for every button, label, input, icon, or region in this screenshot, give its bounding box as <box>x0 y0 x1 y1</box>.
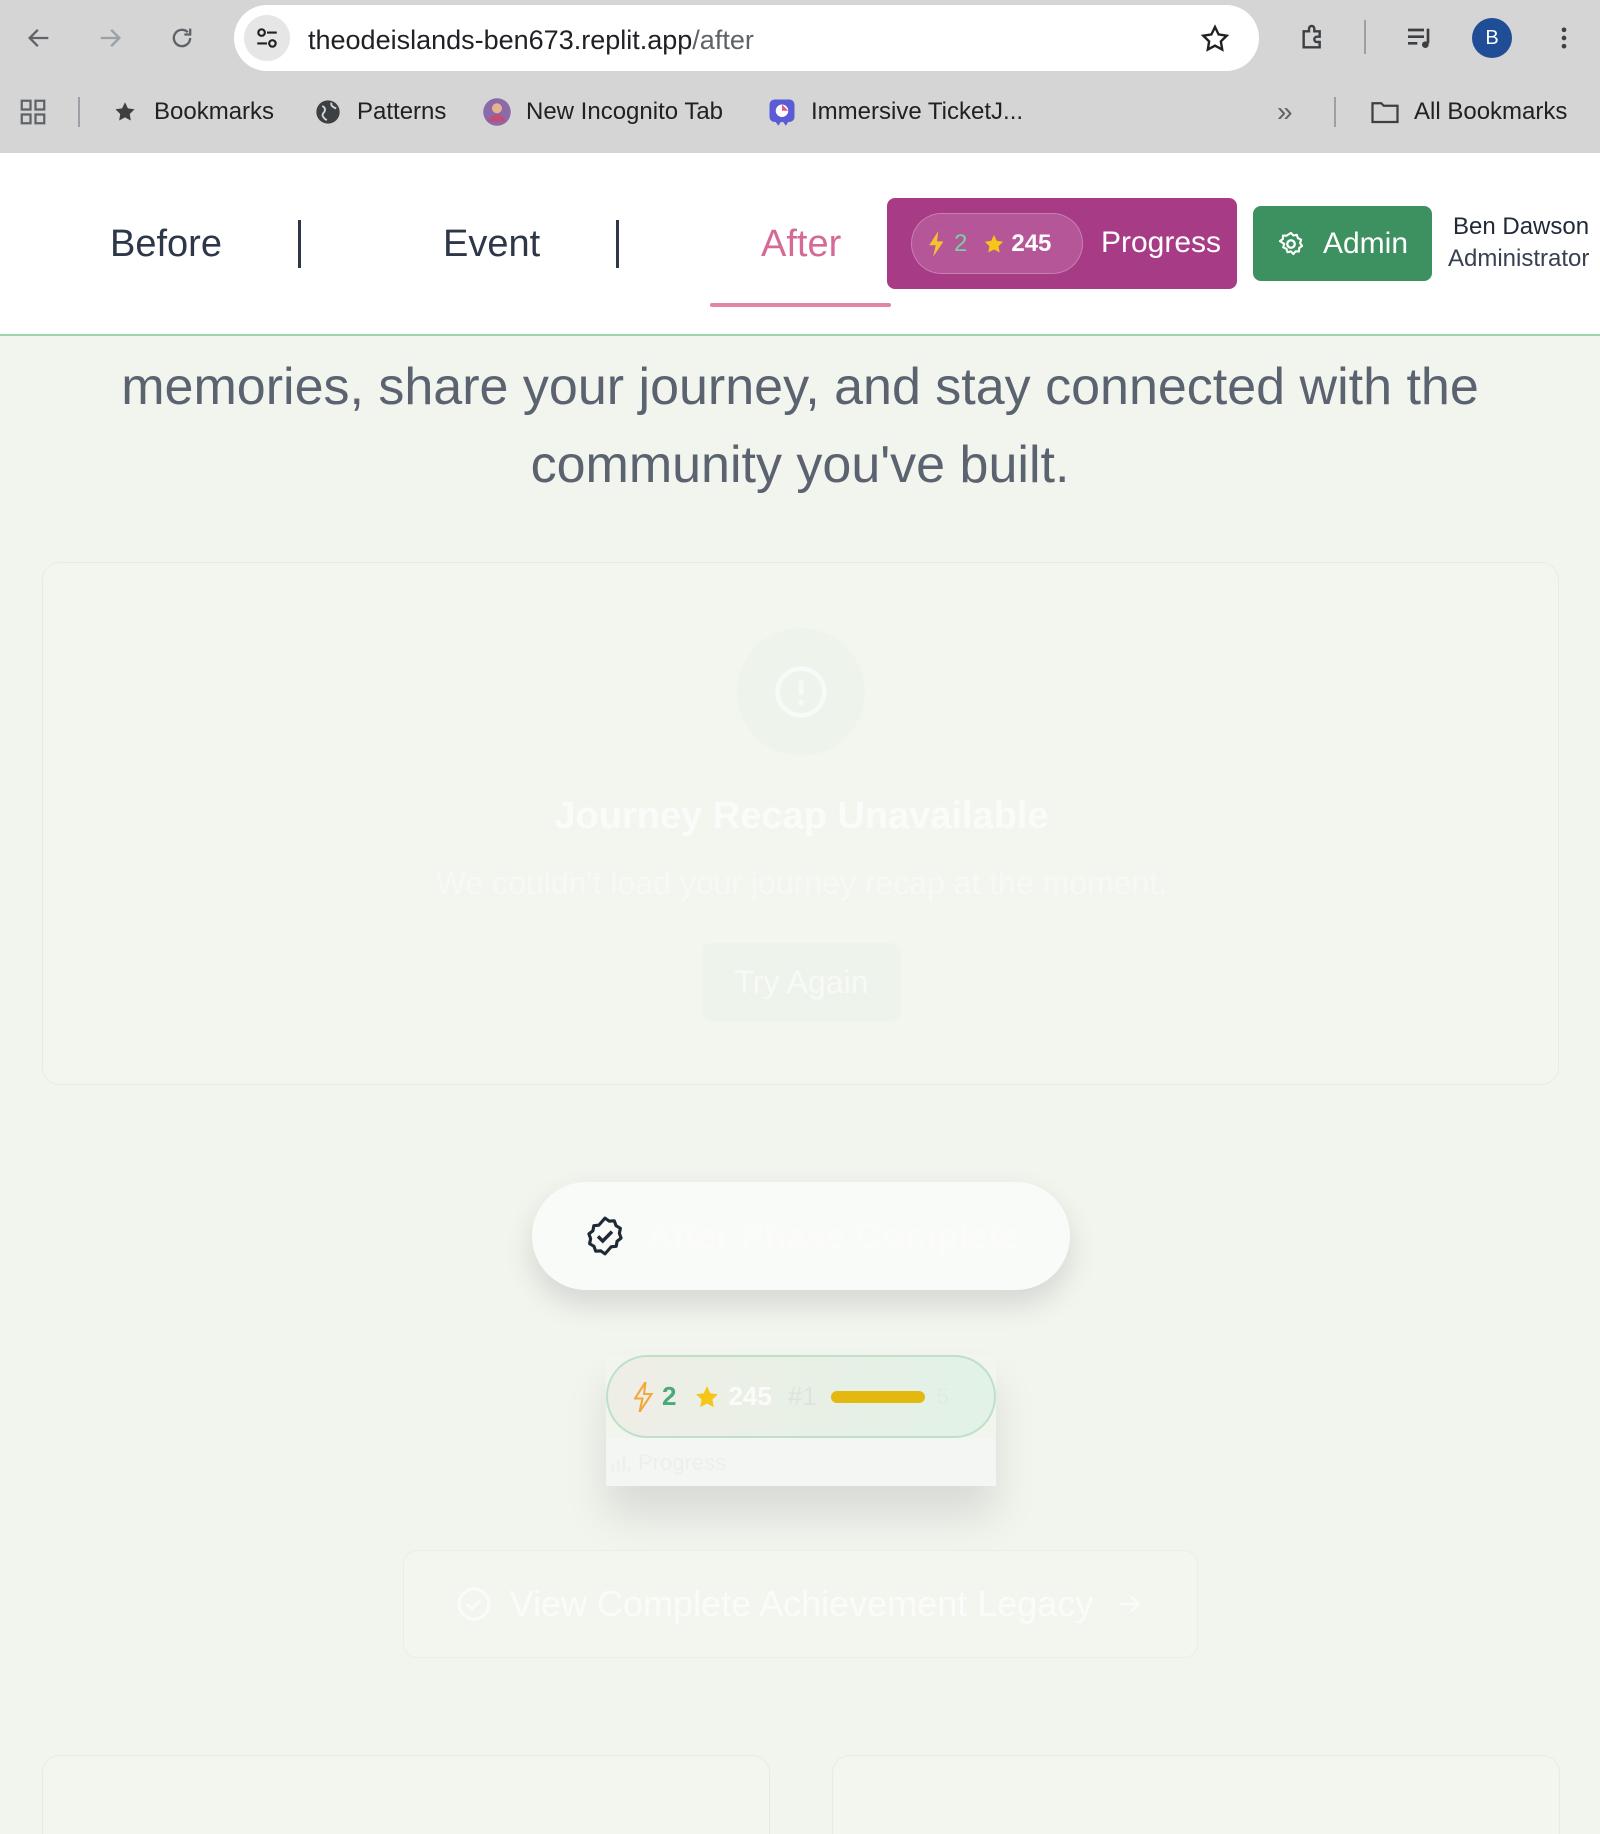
badge-check-icon <box>587 1216 623 1256</box>
back-button[interactable] <box>19 18 59 58</box>
user-name: Ben Dawson <box>1453 213 1590 240</box>
globe-icon <box>313 97 343 127</box>
reload-button[interactable] <box>162 18 202 58</box>
recap-subtitle: We couldn't load your journey recap at t… <box>435 865 1168 901</box>
toolbar-divider <box>1364 20 1366 54</box>
arrow-right-icon <box>100 29 121 47</box>
admin-button[interactable]: Admin <box>1253 206 1432 281</box>
progress-widget-pill: 2 245 #1 5 <box>606 1355 996 1438</box>
next-level-value: 5 <box>936 1383 950 1409</box>
all-bookmarks-button[interactable]: All Bookmarks <box>1370 96 1567 128</box>
avatar-icon <box>482 97 512 127</box>
reload-icon <box>172 28 192 48</box>
arrow-left-icon <box>28 29 49 47</box>
rank-value: #1 <box>787 1381 817 1411</box>
tab-divider <box>298 220 301 268</box>
gear-icon <box>1278 231 1304 255</box>
bookmarks-bar: Bookmarks Patterns New Incognito Tab Imm… <box>0 86 1600 138</box>
hero-description: memories, share your journey, and stay c… <box>121 358 1479 494</box>
site-info-icon[interactable] <box>244 15 290 61</box>
apps-grid-icon[interactable] <box>18 96 48 128</box>
bookmark-label: Bookmarks <box>154 98 275 125</box>
phase-complete-label: After Phase Complete <box>646 1215 1021 1256</box>
check-circle-icon <box>457 1587 491 1621</box>
user-role: Administrator <box>1448 245 1590 272</box>
bookmark-item[interactable]: New Incognito Tab <box>482 96 723 128</box>
recap-title: Journey Recap Unavailable <box>554 795 1049 837</box>
alert-icon <box>737 628 865 756</box>
phase-complete-badge: After Phase Complete <box>532 1182 1070 1290</box>
extensions-icon[interactable] <box>1293 18 1333 58</box>
tab-divider <box>616 220 619 268</box>
all-bookmarks-label: All Bookmarks <box>1414 98 1568 125</box>
browser-chrome: theodeislands-ben673.replit.app/after B … <box>0 0 1600 153</box>
bottom-card-right <box>832 1755 1560 1834</box>
star-icon <box>985 234 1004 253</box>
progress-widget-footer: Progress <box>606 1438 996 1486</box>
bookmark-item[interactable]: Patterns <box>313 96 446 128</box>
level-value: 2 <box>662 1381 677 1411</box>
browser-toolbar: theodeislands-ben673.replit.app/after B <box>0 0 1600 76</box>
url-text: theodeislands-ben673.replit.app/after <box>308 25 754 55</box>
app-header: Before Event After 2 245 Progress Admin … <box>0 153 1600 336</box>
bookmark-item[interactable]: Bookmarks <box>110 96 274 128</box>
folder-icon <box>1370 97 1400 127</box>
bookmark-label: Patterns <box>357 98 447 125</box>
progress-button[interactable]: 2 245 Progress <box>887 198 1237 289</box>
level-value: 2 <box>954 229 968 257</box>
star-icon <box>110 97 140 127</box>
bookmark-item[interactable]: Immersive TicketJ... <box>767 96 1023 128</box>
progress-label: Progress <box>1101 226 1222 259</box>
points-value: 245 <box>1011 229 1052 257</box>
tab-after[interactable]: After <box>761 223 841 266</box>
media-control-icon[interactable] <box>1400 18 1440 58</box>
bookmarks-overflow-button[interactable]: » <box>1277 96 1293 128</box>
more-menu-icon[interactable] <box>1544 18 1584 58</box>
level-progress-bar <box>830 1390 925 1403</box>
star-icon <box>696 1385 719 1407</box>
tab-event[interactable]: Event <box>443 223 540 266</box>
try-again-button[interactable]: Try Again <box>702 943 901 1021</box>
bookmarks-divider <box>1334 97 1336 127</box>
view-achievement-legacy-button[interactable]: View Complete Achievement Legacy <box>403 1550 1198 1658</box>
active-tab-indicator <box>710 303 891 307</box>
lightning-icon <box>634 1381 654 1412</box>
bookmark-label: Immersive TicketJ... <box>811 98 1024 125</box>
bookmark-star-icon[interactable] <box>1199 23 1231 55</box>
progress-footer-label: Progress <box>638 1450 727 1475</box>
ticket-icon <box>767 97 797 127</box>
progress-stats-pill: 2 245 <box>911 213 1083 274</box>
points-value: 245 <box>728 1381 772 1411</box>
progress-widget[interactable]: 2 245 #1 5 Progress <box>606 1355 996 1486</box>
arrow-right-icon <box>1120 1595 1141 1613</box>
address-bar[interactable]: theodeislands-ben673.replit.app/after <box>234 5 1259 71</box>
lightning-icon <box>929 230 944 257</box>
profile-avatar[interactable]: B <box>1472 18 1512 58</box>
forward-button[interactable] <box>90 18 130 58</box>
bookmark-label: New Incognito Tab <box>526 98 724 125</box>
legacy-button-label: View Complete Achievement Legacy <box>509 1583 1094 1624</box>
bookmarks-divider <box>78 97 80 127</box>
journey-recap-card: Journey Recap Unavailable We couldn't lo… <box>42 562 1559 1085</box>
admin-label: Admin <box>1322 226 1409 260</box>
bottom-card-left <box>42 1755 770 1834</box>
bar-chart-icon <box>611 1456 631 1472</box>
tab-before[interactable]: Before <box>110 223 222 266</box>
